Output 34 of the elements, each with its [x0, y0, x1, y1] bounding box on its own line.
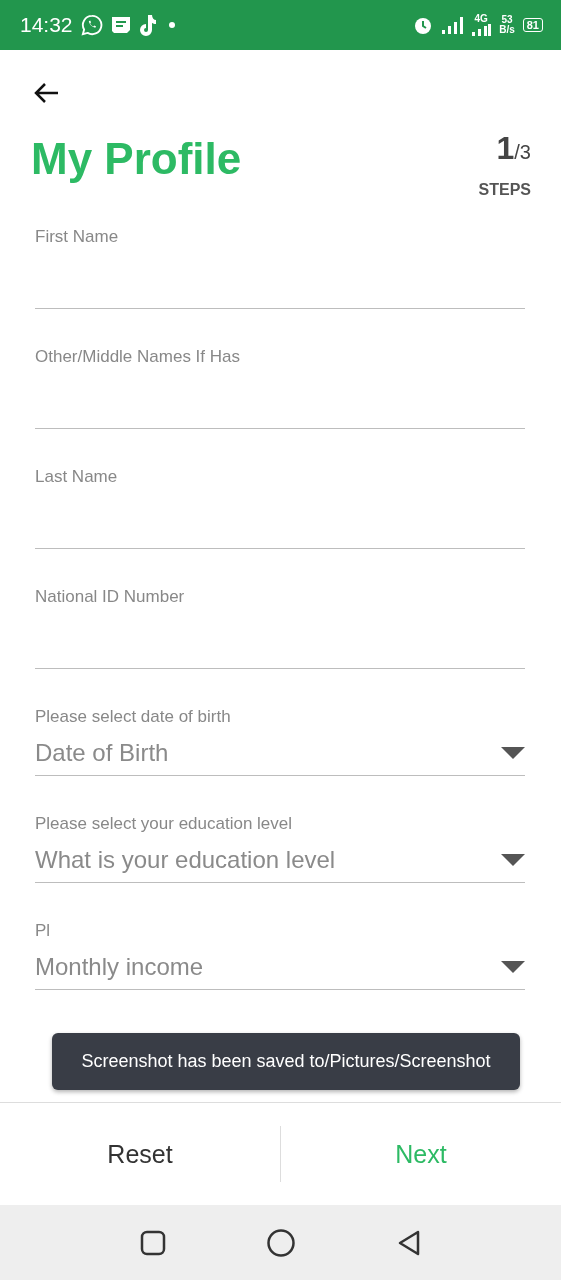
- dropdown-field[interactable]: Date of Birth: [35, 731, 525, 776]
- recents-button[interactable]: [139, 1229, 166, 1256]
- network-type: 4G: [474, 14, 488, 24]
- alarm-icon: [413, 15, 434, 35]
- dropdown-field[interactable]: Monthly income: [35, 945, 525, 990]
- next-button[interactable]: Next: [281, 1124, 561, 1184]
- dropdown-caret-icon: [501, 747, 525, 759]
- signal-icon: [441, 16, 464, 34]
- field-label: National ID Number: [35, 587, 186, 607]
- field-label: Pl: [35, 921, 52, 941]
- field-label: Other/Middle Names If Has: [35, 347, 241, 367]
- field-label: Please select your education level: [35, 814, 294, 834]
- steps-label: STEPS: [478, 181, 531, 199]
- message-icon: [110, 16, 131, 34]
- clock: 14:32: [20, 13, 73, 37]
- chat-icon: [80, 14, 103, 36]
- music-note-icon: [138, 14, 157, 36]
- field-label: First Name: [35, 227, 120, 247]
- back-arrow-icon: [33, 82, 59, 104]
- toast-message: Screenshot has been saved to/Pictures/Screenshot: [52, 1033, 520, 1090]
- field-label: Please select date of birth: [35, 707, 232, 727]
- speed-value: 53: [501, 15, 513, 25]
- current-step: 1: [496, 130, 515, 167]
- dropdown-caret-icon: [501, 961, 525, 973]
- home-button[interactable]: [265, 1227, 296, 1258]
- reset-button[interactable]: Reset: [0, 1124, 280, 1184]
- page-title: My Profile: [31, 134, 242, 185]
- speed-unit: B/s: [499, 25, 515, 35]
- total-steps: /3: [514, 141, 531, 164]
- battery-level: 81: [522, 18, 543, 32]
- signal-icon: [471, 24, 492, 36]
- dropdown-field[interactable]: What is your education level: [35, 838, 525, 883]
- dropdown-caret-icon: [501, 854, 525, 866]
- field-label: Last Name: [35, 467, 119, 487]
